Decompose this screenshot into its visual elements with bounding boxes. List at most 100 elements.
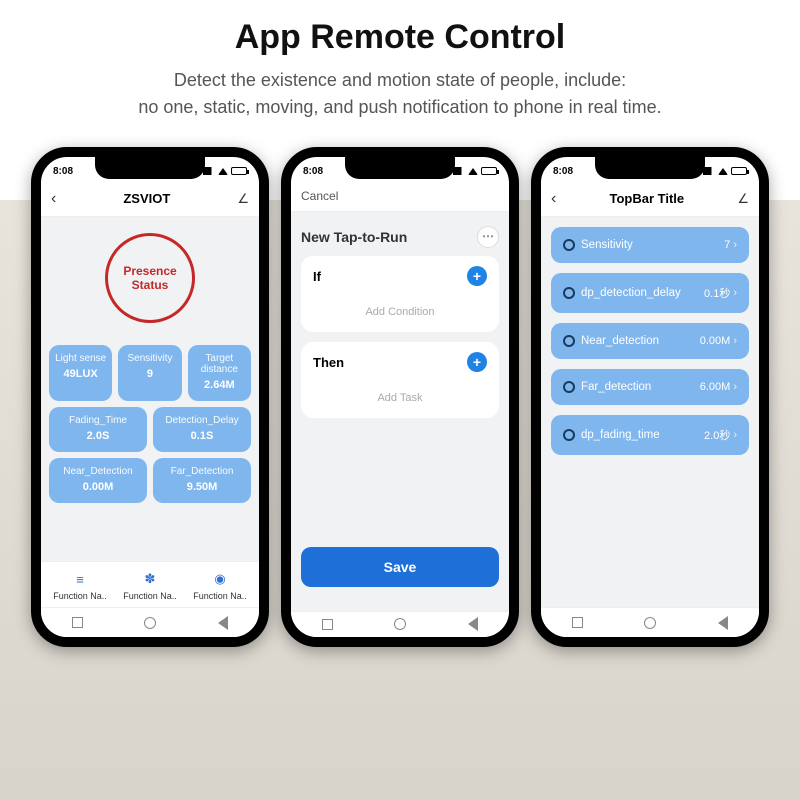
topbar: ‹ ZSVIOT ∠ (41, 181, 259, 217)
add-condition-hint[interactable]: Add Condition (301, 296, 499, 332)
nav-back[interactable] (218, 616, 228, 630)
gear-icon (563, 287, 575, 299)
tile-value: 2.0S (55, 430, 141, 442)
function-button[interactable]: ✽ Function Na.. (123, 570, 177, 601)
gear-icon (563, 429, 575, 441)
gear-icon (563, 335, 575, 347)
setting-row-far-detection[interactable]: Far_detection6.00M› (551, 369, 749, 405)
signal-icon (703, 167, 715, 175)
wifi-icon (218, 168, 228, 175)
page-subtitle: Detect the existence and motion state of… (40, 67, 760, 121)
battery-icon (481, 167, 497, 175)
add-condition-button[interactable]: + (467, 266, 487, 286)
function-button[interactable]: ◉ Function Na.. (193, 570, 247, 601)
tile-label: Near_Detection (55, 466, 141, 477)
tile-label: Detection_Delay (159, 415, 245, 426)
function-button[interactable]: ≡Function Na.. (53, 570, 107, 601)
nav-back[interactable] (718, 616, 728, 630)
tile-target-distance[interactable]: Target distance 2.64M (188, 345, 251, 401)
chevron-right-icon: › (733, 429, 737, 441)
phones-row: 8:08 ‹ ZSVIOT ∠ Presence Status Light se… (0, 147, 800, 647)
topbar-title: TopBar Title (556, 191, 737, 206)
function-row: ≡Function Na.. ✽ Function Na.. ◉ Function Na… (41, 561, 259, 607)
setting-row-dp-detection-delay[interactable]: dp_detection_delay0.1秒› (551, 273, 749, 313)
setting-label: dp_detection_delay (581, 287, 681, 299)
setting-value: 2.0秒 (704, 427, 730, 443)
if-label: If (313, 269, 321, 284)
tile-near-detection[interactable]: Near_Detection 0.00M (49, 458, 147, 503)
more-icon[interactable]: ⋯ (477, 226, 499, 248)
setting-label: Sensitivity (581, 239, 633, 251)
android-nav (41, 607, 259, 637)
function-label: Function Na.. (123, 591, 177, 601)
chevron-right-icon: › (733, 287, 737, 299)
nav-recent[interactable] (572, 617, 583, 628)
gear-icon (563, 239, 575, 251)
header: App Remote Control Detect the existence … (0, 0, 800, 121)
add-task-button[interactable]: + (467, 352, 487, 372)
tile-value: 0.00M (55, 481, 141, 493)
signal-icon (203, 167, 215, 175)
setting-value: 7 (724, 239, 730, 251)
tile-sensitivity[interactable]: Sensitivity 9 (118, 345, 181, 401)
nav-home[interactable] (644, 617, 656, 629)
battery-icon (731, 167, 747, 175)
chevron-right-icon: › (733, 239, 737, 251)
phone-1: 8:08 ‹ ZSVIOT ∠ Presence Status Light se… (31, 147, 269, 647)
phone-2: 8:08 Cancel New Tap-to-Run ⋯ If + Add Co… (281, 147, 519, 647)
tile-detection-delay[interactable]: Detection_Delay 0.1S (153, 407, 251, 452)
tile-value: 2.64M (194, 379, 245, 391)
notch (595, 157, 705, 179)
presence-status-label: Presence Status (123, 264, 176, 293)
function-label: Function Na.. (53, 591, 107, 601)
page-title: App Remote Control (40, 18, 760, 57)
gear-icon (563, 381, 575, 393)
function-icon: ✽ (141, 570, 159, 588)
wifi-icon (718, 168, 728, 175)
topbar: Cancel (291, 181, 509, 212)
edit-icon[interactable]: ∠ (737, 191, 749, 207)
function-label: Function Na.. (193, 591, 247, 601)
tile-far-detection[interactable]: Far_Detection9.50M (153, 458, 251, 503)
nav-back[interactable] (468, 617, 478, 631)
android-nav (541, 607, 759, 637)
nav-recent[interactable] (72, 617, 83, 628)
if-card: If + Add Condition (301, 256, 499, 332)
topbar: ‹ TopBar Title ∠ (541, 181, 759, 217)
setting-row-dp-fading-time[interactable]: dp_fading_time 2.0秒› (551, 415, 749, 455)
wifi-icon (468, 168, 478, 175)
notch (345, 157, 455, 179)
nav-home[interactable] (144, 617, 156, 629)
tile-value: 9 (124, 368, 175, 380)
settings-list: Sensitivity7›dp_detection_delay0.1秒›Near… (541, 217, 759, 475)
nav-home[interactable] (394, 618, 406, 630)
setting-value: 0.00M (700, 335, 731, 347)
battery-icon (231, 167, 247, 175)
function-icon: ◉ (211, 570, 229, 588)
setting-row-near-detection[interactable]: Near_detection0.00M› (551, 323, 749, 359)
tile-label: Target distance (194, 353, 245, 375)
setting-row-sensitivity[interactable]: Sensitivity 7› (551, 227, 749, 263)
tile-fading-time[interactable]: Fading_Time 2.0S (49, 407, 147, 452)
chevron-right-icon: › (733, 335, 737, 347)
setting-label: Far_detection (581, 381, 651, 393)
edit-icon[interactable]: ∠ (237, 191, 249, 207)
clock: 8:08 (53, 166, 73, 177)
then-card: Then + Add Task (301, 342, 499, 418)
cancel-button[interactable]: Cancel (301, 189, 338, 203)
then-label: Then (313, 355, 344, 370)
chevron-right-icon: › (733, 381, 737, 393)
setting-label: dp_fading_time (581, 429, 660, 441)
nav-recent[interactable] (322, 619, 333, 630)
signal-icon (453, 167, 465, 175)
topbar-title: ZSVIOT (56, 191, 237, 206)
tile-light-sense[interactable]: Light sense49LUX (49, 345, 112, 401)
tile-value: 0.1S (159, 430, 245, 442)
save-button[interactable]: Save (301, 547, 499, 587)
tile-label: Fading_Time (55, 415, 141, 426)
tile-label: Far_Detection (159, 466, 245, 477)
add-task-hint[interactable]: Add Task (301, 382, 499, 418)
tile-label: Sensitivity (124, 353, 175, 364)
presence-status-ring[interactable]: Presence Status (105, 233, 195, 323)
tile-value: 49LUX (55, 368, 106, 380)
